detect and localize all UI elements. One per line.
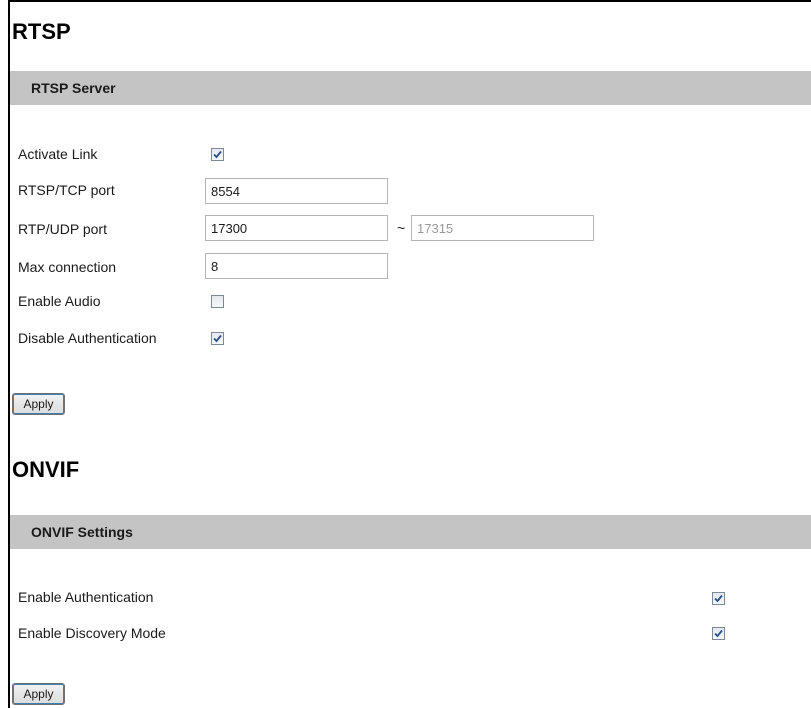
frame-top-border: [8, 0, 811, 2]
rtsp-server-header: RTSP Server: [10, 71, 811, 105]
checkmark-icon: [714, 629, 723, 638]
max-connection-label: Max connection: [18, 259, 117, 275]
activate-link-label: Activate Link: [18, 146, 98, 162]
onvif-title: ONVIF: [12, 457, 80, 482]
rtp-udp-port-start-input[interactable]: [205, 215, 388, 241]
rtp-udp-port-label: RTP/UDP port: [18, 221, 107, 237]
rtsp-tcp-port-label: RTSP/TCP port: [18, 182, 115, 198]
enable-discovery-mode-checkbox[interactable]: [712, 627, 725, 640]
rtsp-apply-button[interactable]: Apply: [12, 393, 65, 415]
rtsp-title: RTSP: [12, 19, 71, 44]
enable-discovery-mode-label: Enable Discovery Mode: [18, 625, 166, 641]
checkmark-icon: [213, 150, 222, 159]
checkmark-icon: [213, 334, 222, 343]
enable-authentication-checkbox[interactable]: [712, 592, 725, 605]
activate-link-checkbox[interactable]: [211, 148, 224, 161]
onvif-settings-header: ONVIF Settings: [10, 515, 811, 549]
max-connection-input[interactable]: [205, 253, 388, 279]
frame-left-border: [8, 0, 10, 708]
disable-authentication-label: Disable Authentication: [18, 330, 157, 346]
enable-authentication-label: Enable Authentication: [18, 589, 154, 605]
enable-audio-label: Enable Audio: [18, 293, 101, 309]
rtsp-tcp-port-input[interactable]: [205, 178, 388, 204]
rtp-udp-port-end-input[interactable]: [411, 215, 594, 241]
onvif-apply-button[interactable]: Apply: [12, 683, 65, 705]
checkmark-icon: [714, 594, 723, 603]
disable-authentication-checkbox[interactable]: [211, 332, 224, 345]
port-range-separator: ~: [397, 220, 406, 236]
enable-audio-checkbox[interactable]: [211, 295, 224, 308]
